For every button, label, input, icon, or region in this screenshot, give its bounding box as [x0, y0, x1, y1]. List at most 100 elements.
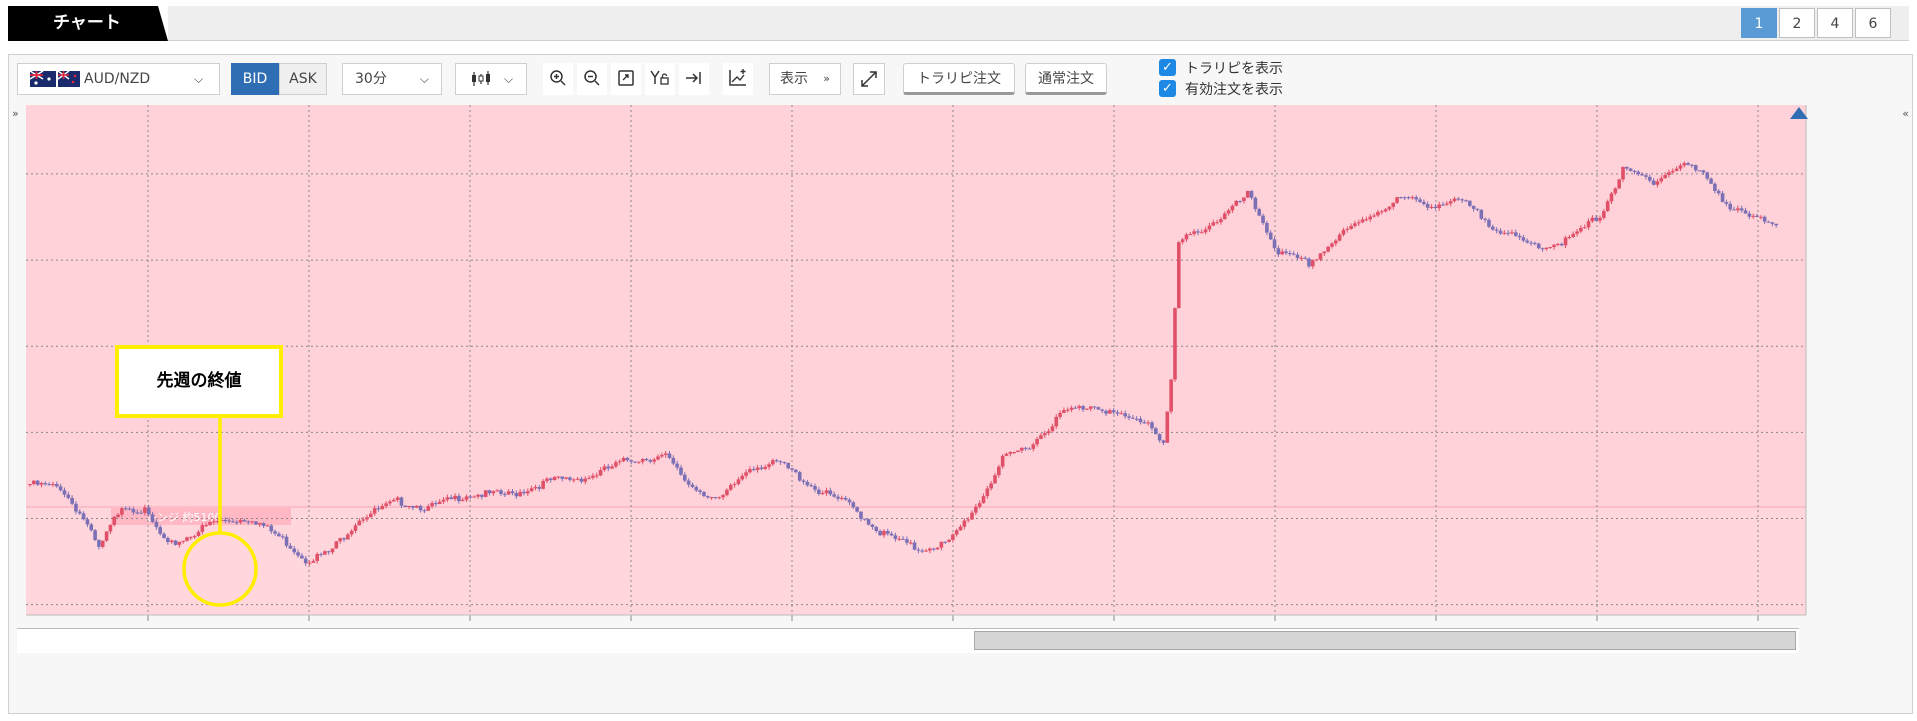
candle-body: [1054, 416, 1059, 427]
zoom-in-icon[interactable]: [543, 63, 573, 95]
candle-body: [104, 531, 109, 541]
expand-left-icon[interactable]: »: [12, 107, 19, 120]
candle-body: [1724, 202, 1729, 204]
candle-body: [1234, 200, 1239, 206]
zoom-out-icon[interactable]: [577, 63, 607, 95]
tab-strip: [168, 6, 1909, 41]
candle-body: [1755, 215, 1759, 218]
candle-body: [238, 520, 243, 523]
candle-body: [1659, 178, 1664, 182]
candle-body: [1571, 233, 1576, 238]
candle-body: [1176, 242, 1181, 309]
candle-body: [537, 487, 542, 489]
candle-body: [1192, 231, 1196, 235]
candle-body: [1475, 208, 1480, 210]
candle-body: [1265, 223, 1269, 233]
tab-chart[interactable]: チャート: [8, 6, 168, 41]
candle-body: [212, 521, 216, 523]
candle-body: [1184, 234, 1189, 240]
add-indicator-icon[interactable]: [723, 63, 753, 95]
candle-body: [683, 474, 687, 481]
fullscreen-icon[interactable]: [853, 63, 885, 95]
candle-body: [1261, 215, 1265, 224]
candle-body: [74, 503, 78, 512]
chart-type-select[interactable]: ⌵: [455, 63, 527, 95]
candle-body: [1663, 174, 1667, 179]
candle-body: [897, 538, 902, 540]
show-trap-checkbox[interactable]: ✓: [1159, 59, 1176, 76]
show-active-orders-checkbox[interactable]: ✓: [1159, 80, 1176, 97]
candle-body: [663, 453, 668, 455]
candle-body: [1399, 197, 1403, 199]
candle-body: [1418, 199, 1422, 202]
jump-to-latest-icon[interactable]: [679, 63, 709, 95]
candle-body: [774, 460, 779, 462]
candle-body: [1533, 243, 1537, 245]
trap-repeat-order-button[interactable]: トラリピ注文: [903, 63, 1015, 95]
candle-body: [1134, 418, 1139, 420]
layout-4-button[interactable]: 4: [1817, 8, 1853, 38]
layout-1-button[interactable]: 1: [1741, 8, 1777, 38]
candle-body: [300, 555, 304, 559]
bid-toggle[interactable]: BID: [231, 63, 279, 95]
candle-body: [495, 490, 499, 492]
candle-body: [1494, 229, 1499, 231]
candle-body: [1096, 407, 1101, 410]
candle-body: [820, 493, 825, 495]
candle-body: [269, 525, 274, 532]
candle-body: [1203, 229, 1208, 233]
symbol-select[interactable]: AUD/NZD ⌵: [17, 63, 220, 95]
candle-body: [1088, 406, 1093, 409]
display-menu[interactable]: 表示 »: [769, 63, 841, 95]
candle-body: [583, 478, 588, 482]
candle-body: [1150, 422, 1154, 429]
layout-6-button[interactable]: 6: [1855, 8, 1891, 38]
candle-body: [1644, 175, 1648, 177]
candle-body: [372, 508, 377, 514]
candle-body: [771, 460, 775, 465]
candle-body: [143, 507, 147, 513]
scrollbar-thumb[interactable]: [974, 631, 1796, 650]
candle-body: [629, 460, 634, 462]
candle-body: [85, 519, 90, 525]
normal-order-button[interactable]: 通常注文: [1025, 63, 1107, 95]
candle-body: [1131, 417, 1135, 419]
ask-toggle[interactable]: ASK: [279, 63, 327, 95]
candle-body: [47, 484, 51, 486]
candle-body: [1268, 232, 1273, 240]
candle-body: [277, 533, 281, 537]
candle-body: [698, 490, 702, 493]
candle-body: [135, 512, 140, 514]
candle-body: [621, 457, 626, 462]
candle-body: [1249, 190, 1254, 198]
candle-body: [460, 499, 465, 502]
candle-body: [399, 497, 404, 506]
candle-body: [751, 469, 756, 471]
fit-screen-icon[interactable]: [611, 63, 641, 95]
layout-2-button[interactable]: 2: [1779, 8, 1815, 38]
interval-select[interactable]: 30分 ⌵: [342, 63, 442, 95]
candle-body: [939, 541, 944, 548]
candle-body: [100, 540, 105, 547]
candle-body: [1739, 208, 1744, 211]
candle-body: [1575, 231, 1579, 234]
y-axis-lock-icon[interactable]: [645, 63, 675, 95]
candle-body: [1062, 410, 1066, 413]
candle-body: [169, 540, 174, 543]
collapse-right-icon[interactable]: «: [1902, 107, 1909, 120]
candle-body: [1613, 188, 1618, 194]
price-chart[interactable]: レンジ 約5100 1.070001.067501.065001.062501.…: [26, 105, 1826, 637]
candle-body: [1368, 216, 1373, 220]
candle-body: [862, 518, 867, 520]
candle-body: [1594, 217, 1598, 221]
candle-body: [548, 478, 553, 481]
show-active-orders-label: 有効注文を表示: [1185, 82, 1283, 98]
candle-body: [759, 467, 764, 469]
candle-body: [801, 480, 806, 482]
candle-body: [1157, 434, 1162, 441]
candle-body: [1035, 438, 1039, 445]
chart-panel: AUD/NZD ⌵ BID ASK 30分 ⌵ ⌵ 表示 » トラリピ注文 通常…: [8, 54, 1913, 714]
candle-body: [813, 485, 817, 490]
candle-body: [1448, 201, 1453, 204]
candle-body: [1464, 200, 1468, 202]
